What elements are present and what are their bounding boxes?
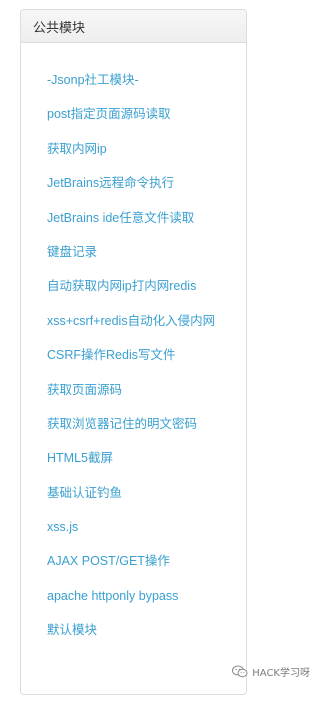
panel-title: 公共模块 bbox=[33, 19, 86, 35]
wechat-icon bbox=[232, 665, 248, 678]
module-item-get-intranet-ip[interactable]: 获取内网ip bbox=[21, 132, 246, 166]
module-item-intranet-redis[interactable]: 自动获取内网ip打内网redis bbox=[21, 269, 246, 303]
module-item-xss-js[interactable]: xss.js bbox=[21, 510, 246, 544]
module-item-basic-auth-phishing[interactable]: 基础认证钓鱼 bbox=[21, 476, 246, 510]
module-list: -Jsonp社工模块- post指定页面源码读取 获取内网ip JetBrain… bbox=[21, 43, 246, 648]
module-item-keylogger[interactable]: 键盘记录 bbox=[21, 235, 246, 269]
module-item-post-source-read[interactable]: post指定页面源码读取 bbox=[21, 97, 246, 131]
module-item-jsonp-social[interactable]: -Jsonp社工模块- bbox=[21, 63, 246, 97]
module-item-default[interactable]: 默认模块 bbox=[21, 613, 246, 647]
public-modules-panel: 公共模块 -Jsonp社工模块- post指定页面源码读取 获取内网ip Jet… bbox=[20, 9, 247, 695]
module-item-html5-screenshot[interactable]: HTML5截屏 bbox=[21, 441, 246, 475]
module-item-csrf-redis-write[interactable]: CSRF操作Redis写文件 bbox=[21, 338, 246, 372]
module-item-browser-passwords[interactable]: 获取浏览器记住的明文密码 bbox=[21, 407, 246, 441]
module-item-xss-csrf-redis[interactable]: xss+csrf+redis自动化入侵内网 bbox=[21, 304, 246, 338]
module-item-get-page-source[interactable]: 获取页面源码 bbox=[21, 373, 246, 407]
module-item-ajax-post-get[interactable]: AJAX POST/GET操作 bbox=[21, 544, 246, 578]
watermark: HACK学习呀 bbox=[232, 664, 310, 679]
module-item-jetbrains-rce[interactable]: JetBrains远程命令执行 bbox=[21, 166, 246, 200]
module-item-httponly-bypass[interactable]: apache httponly bypass bbox=[21, 579, 246, 613]
watermark-text: HACK学习呀 bbox=[252, 668, 310, 679]
panel-header: 公共模块 bbox=[21, 10, 246, 43]
module-item-jetbrains-file-read[interactable]: JetBrains ide任意文件读取 bbox=[21, 201, 246, 235]
